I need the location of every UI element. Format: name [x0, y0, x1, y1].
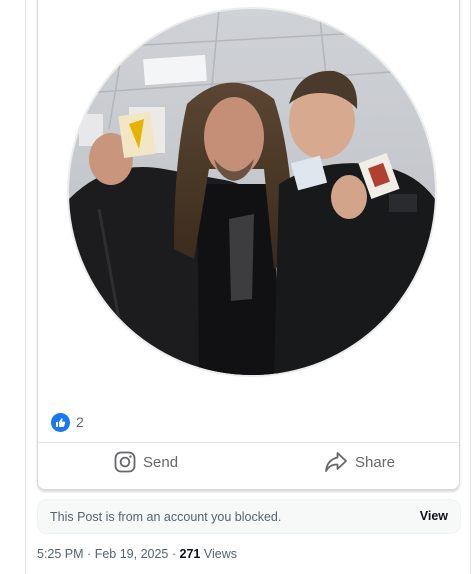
share-icon	[324, 451, 348, 473]
post-date[interactable]: Feb 19, 2025	[95, 547, 169, 561]
reaction-summary[interactable]: 2	[51, 412, 84, 432]
meta-separator: ·	[171, 547, 177, 561]
view-button[interactable]: View	[420, 509, 448, 523]
timeline-border-left	[25, 0, 26, 574]
reaction-count: 2	[76, 414, 84, 430]
share-button[interactable]: Share	[324, 451, 395, 473]
post-actions: Send Share	[38, 442, 459, 487]
post-metadata: 5:25 PM · Feb 19, 2025 · 271 Views	[37, 547, 237, 561]
send-button[interactable]: Send	[114, 451, 178, 473]
share-label: Share	[355, 453, 396, 471]
like-icon	[51, 412, 70, 432]
send-label: Send	[143, 453, 179, 471]
blocked-notice-text: This Post is from an account you blocked…	[50, 510, 282, 524]
post-time[interactable]: 5:25 PM	[37, 547, 84, 561]
views-label: Views	[203, 547, 237, 561]
meta-separator: ·	[87, 547, 92, 561]
instagram-icon	[114, 451, 136, 473]
post-photo[interactable]	[69, 9, 435, 375]
views-count: 271	[179, 547, 201, 561]
blocked-account-notice: This Post is from an account you blocked…	[37, 499, 461, 534]
photo-image	[69, 9, 435, 375]
timeline-border-right	[470, 0, 471, 574]
